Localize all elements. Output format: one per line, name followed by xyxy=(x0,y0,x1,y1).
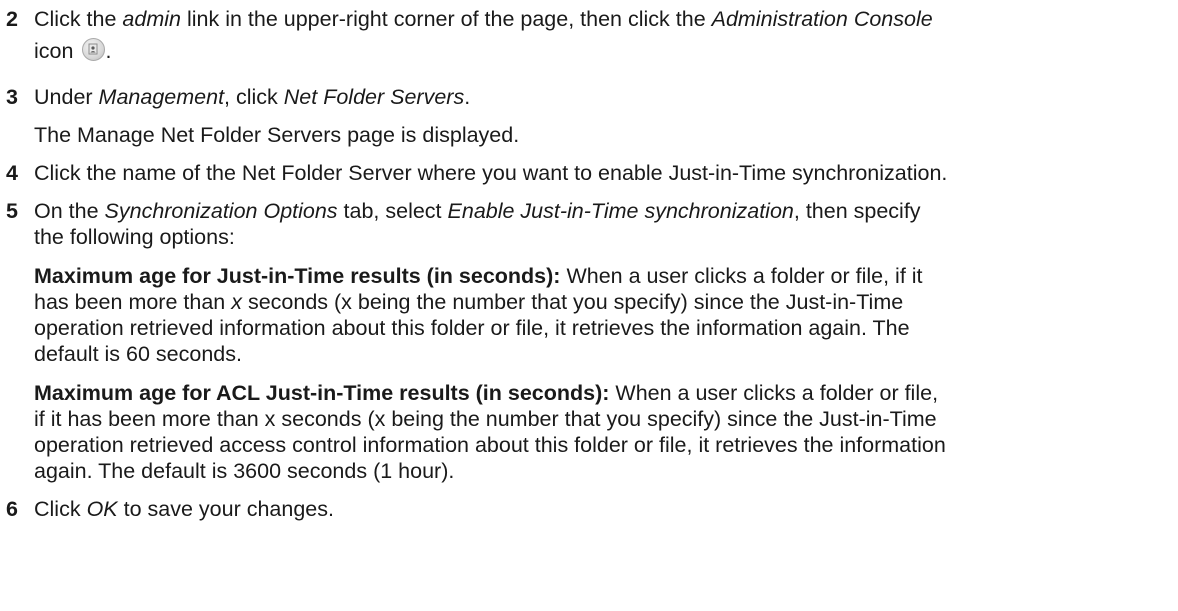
step-2: 2 Click the admin link in the upper-righ… xyxy=(6,6,1174,32)
step-text: On the Synchronization Options tab, sele… xyxy=(34,199,921,223)
administration-console-ref: Administration Console xyxy=(711,7,933,31)
step-number: 4 xyxy=(6,161,18,185)
step-6: 6 Click OK to save your changes. xyxy=(6,496,1174,522)
enable-jit-ref: Enable Just-in-Time synchronization xyxy=(447,199,794,223)
step-number: 5 xyxy=(6,199,18,223)
admin-link-ref: admin xyxy=(122,7,181,31)
step-3: 3 Under Management, click Net Folder Ser… xyxy=(6,84,1174,110)
step-text: Click the name of the Net Folder Server … xyxy=(34,161,948,185)
step-text: Click OK to save your changes. xyxy=(34,497,334,521)
net-folder-servers-ref: Net Folder Servers xyxy=(283,85,465,109)
option-term: Maximum age for Just-in-Time results (in… xyxy=(34,264,561,288)
step-text: Under Management, click Net Folder Serve… xyxy=(34,85,471,109)
option-acl-jit-max-age: Maximum age for ACL Just-in-Time results… xyxy=(34,381,946,483)
option-jit-max-age: Maximum age for Just-in-Time results (in… xyxy=(34,264,923,366)
step-number: 6 xyxy=(6,497,18,521)
administration-console-icon xyxy=(82,38,106,61)
step-5: 5 On the Synchronization Options tab, se… xyxy=(6,198,1174,224)
document: 2 Click the admin link in the upper-righ… xyxy=(0,0,1178,611)
step-4: 4 Click the name of the Net Folder Serve… xyxy=(6,160,1174,186)
step-3-note: The Manage Net Folder Servers page is di… xyxy=(34,123,520,147)
synchronization-options-ref: Synchronization Options xyxy=(104,199,338,223)
step-number: 3 xyxy=(6,85,18,109)
step-2-continued: icon . xyxy=(34,38,112,63)
step-5-continued: the following options: xyxy=(34,225,235,249)
option-term: Maximum age for ACL Just-in-Time results… xyxy=(34,381,610,405)
step-text: Click the admin link in the upper-right … xyxy=(34,7,933,31)
step-number: 2 xyxy=(6,7,18,31)
ok-ref: OK xyxy=(86,497,118,521)
management-ref: Management xyxy=(98,85,225,109)
